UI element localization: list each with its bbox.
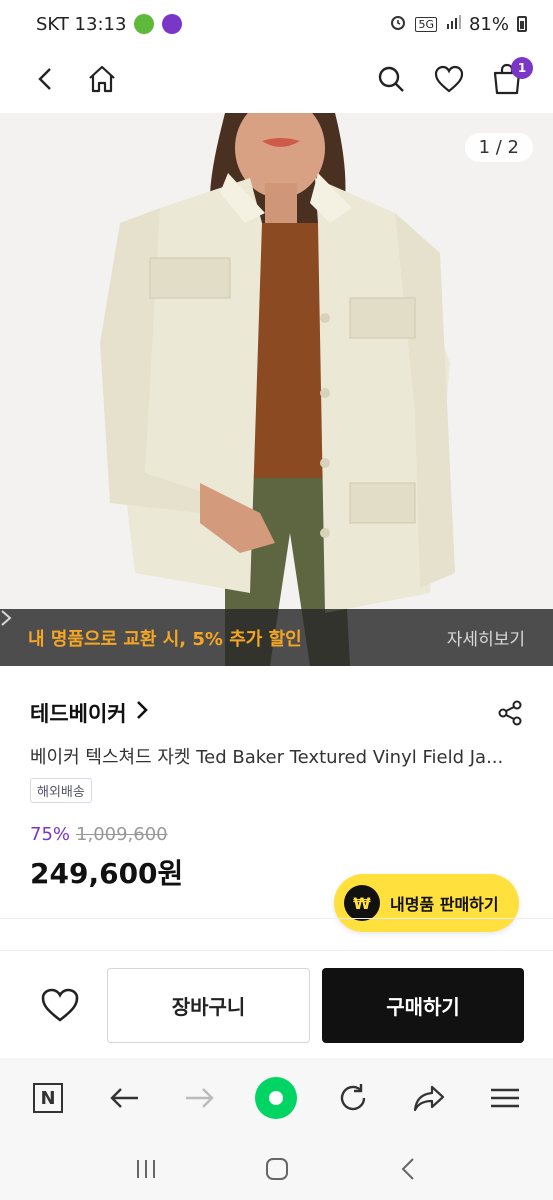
status-right: 5G 81%: [389, 13, 527, 36]
forward-share-icon: [413, 1085, 444, 1112]
android-back-icon: [401, 1158, 414, 1180]
divider: [0, 918, 553, 919]
product-image-carousel[interactable]: 1 / 2 내 명품으로 교환 시, 5% 추가 할인 자세히보기: [0, 113, 553, 666]
menu-button[interactable]: [481, 1074, 529, 1122]
battery-percent: 81%: [468, 13, 509, 35]
add-to-cart-button[interactable]: 장바구니: [107, 968, 310, 1043]
share-button[interactable]: [494, 697, 526, 729]
buy-now-button[interactable]: 구매하기: [322, 968, 524, 1043]
original-price: 1,009,600: [76, 824, 168, 845]
promo-banner[interactable]: 내 명품으로 교환 시, 5% 추가 할인 자세히보기: [0, 609, 553, 666]
reload-icon: [340, 1084, 365, 1111]
app-notification-icon: [162, 14, 183, 34]
nav-right: 1: [371, 57, 533, 99]
discount-rate: 75%: [30, 824, 71, 845]
search-icon: [378, 66, 404, 92]
status-left: SKT 13:13: [36, 13, 183, 35]
naver-n-icon: N: [33, 1083, 64, 1113]
browser-forward-button[interactable]: [176, 1074, 224, 1122]
reload-button[interactable]: [329, 1074, 377, 1122]
android-home-button[interactable]: [253, 1145, 301, 1193]
sell-my-item-button[interactable]: ₩ 내명품 판매하기: [334, 874, 519, 932]
back-arrow-icon: [38, 68, 51, 90]
wishlist-button[interactable]: [429, 59, 469, 99]
heart-icon: [434, 65, 464, 93]
signal-icon: [445, 14, 461, 35]
image-page-indicator: 1 / 2: [464, 133, 533, 162]
chevron-right-icon: [135, 700, 149, 726]
recent-apps-icon: [136, 1160, 155, 1178]
product-photo: [0, 113, 553, 666]
browser-toolbar: N: [0, 1058, 553, 1138]
hamburger-menu-icon: [490, 1088, 519, 1108]
arrow-left-icon: [110, 1088, 139, 1108]
product-title: 베이커 텍스쳐드 자켓 Ted Baker Textured Vinyl Fie…: [30, 747, 504, 768]
brand-row: 테드베이커: [30, 696, 526, 730]
app-notification-icon: [134, 14, 155, 34]
search-button[interactable]: [371, 59, 411, 99]
green-dot-button[interactable]: [252, 1074, 300, 1122]
won-icon: ₩: [344, 885, 380, 921]
arrow-right-icon: [186, 1088, 215, 1108]
naver-home-button[interactable]: N: [24, 1074, 72, 1122]
shipping-tag: 해외배송: [30, 778, 92, 803]
cart-button[interactable]: 1: [487, 57, 533, 99]
purchase-action-bar: 장바구니 구매하기: [0, 950, 553, 1055]
green-dot-icon: [255, 1077, 298, 1119]
android-back-button[interactable]: [384, 1145, 432, 1193]
sell-button-label: 내명품 판매하기: [390, 895, 499, 914]
home-button[interactable]: [82, 59, 122, 99]
carrier-time: SKT 13:13: [36, 13, 127, 35]
heart-icon: [41, 988, 79, 1022]
share-icon: [498, 700, 522, 726]
android-nav-bar: [0, 1138, 553, 1200]
chevron-right-icon: [1, 610, 12, 626]
android-home-icon: [265, 1158, 288, 1180]
share-page-button[interactable]: [405, 1074, 453, 1122]
alarm-icon: [389, 13, 407, 36]
brand-link[interactable]: 테드베이커: [30, 698, 127, 728]
status-bar: SKT 13:13 5G 81%: [0, 0, 553, 48]
battery-icon: [517, 16, 527, 32]
promo-more-label: 자세히보기: [446, 630, 525, 650]
like-button[interactable]: [36, 981, 84, 1029]
recent-apps-button[interactable]: [122, 1145, 170, 1193]
promo-text: 내 명품으로 교환 시, 5% 추가 할인: [28, 628, 302, 650]
cart-count-badge: 1: [511, 57, 533, 79]
home-icon: [89, 65, 115, 93]
back-button[interactable]: [26, 59, 66, 99]
promo-more-link[interactable]: 자세히보기: [1, 610, 525, 650]
sale-price: 249,600원: [30, 857, 184, 890]
price-row: 75% 1,009,600: [30, 824, 168, 845]
network-label: 5G: [415, 16, 437, 32]
top-nav: 1: [0, 48, 553, 110]
browser-back-button[interactable]: [100, 1074, 148, 1122]
